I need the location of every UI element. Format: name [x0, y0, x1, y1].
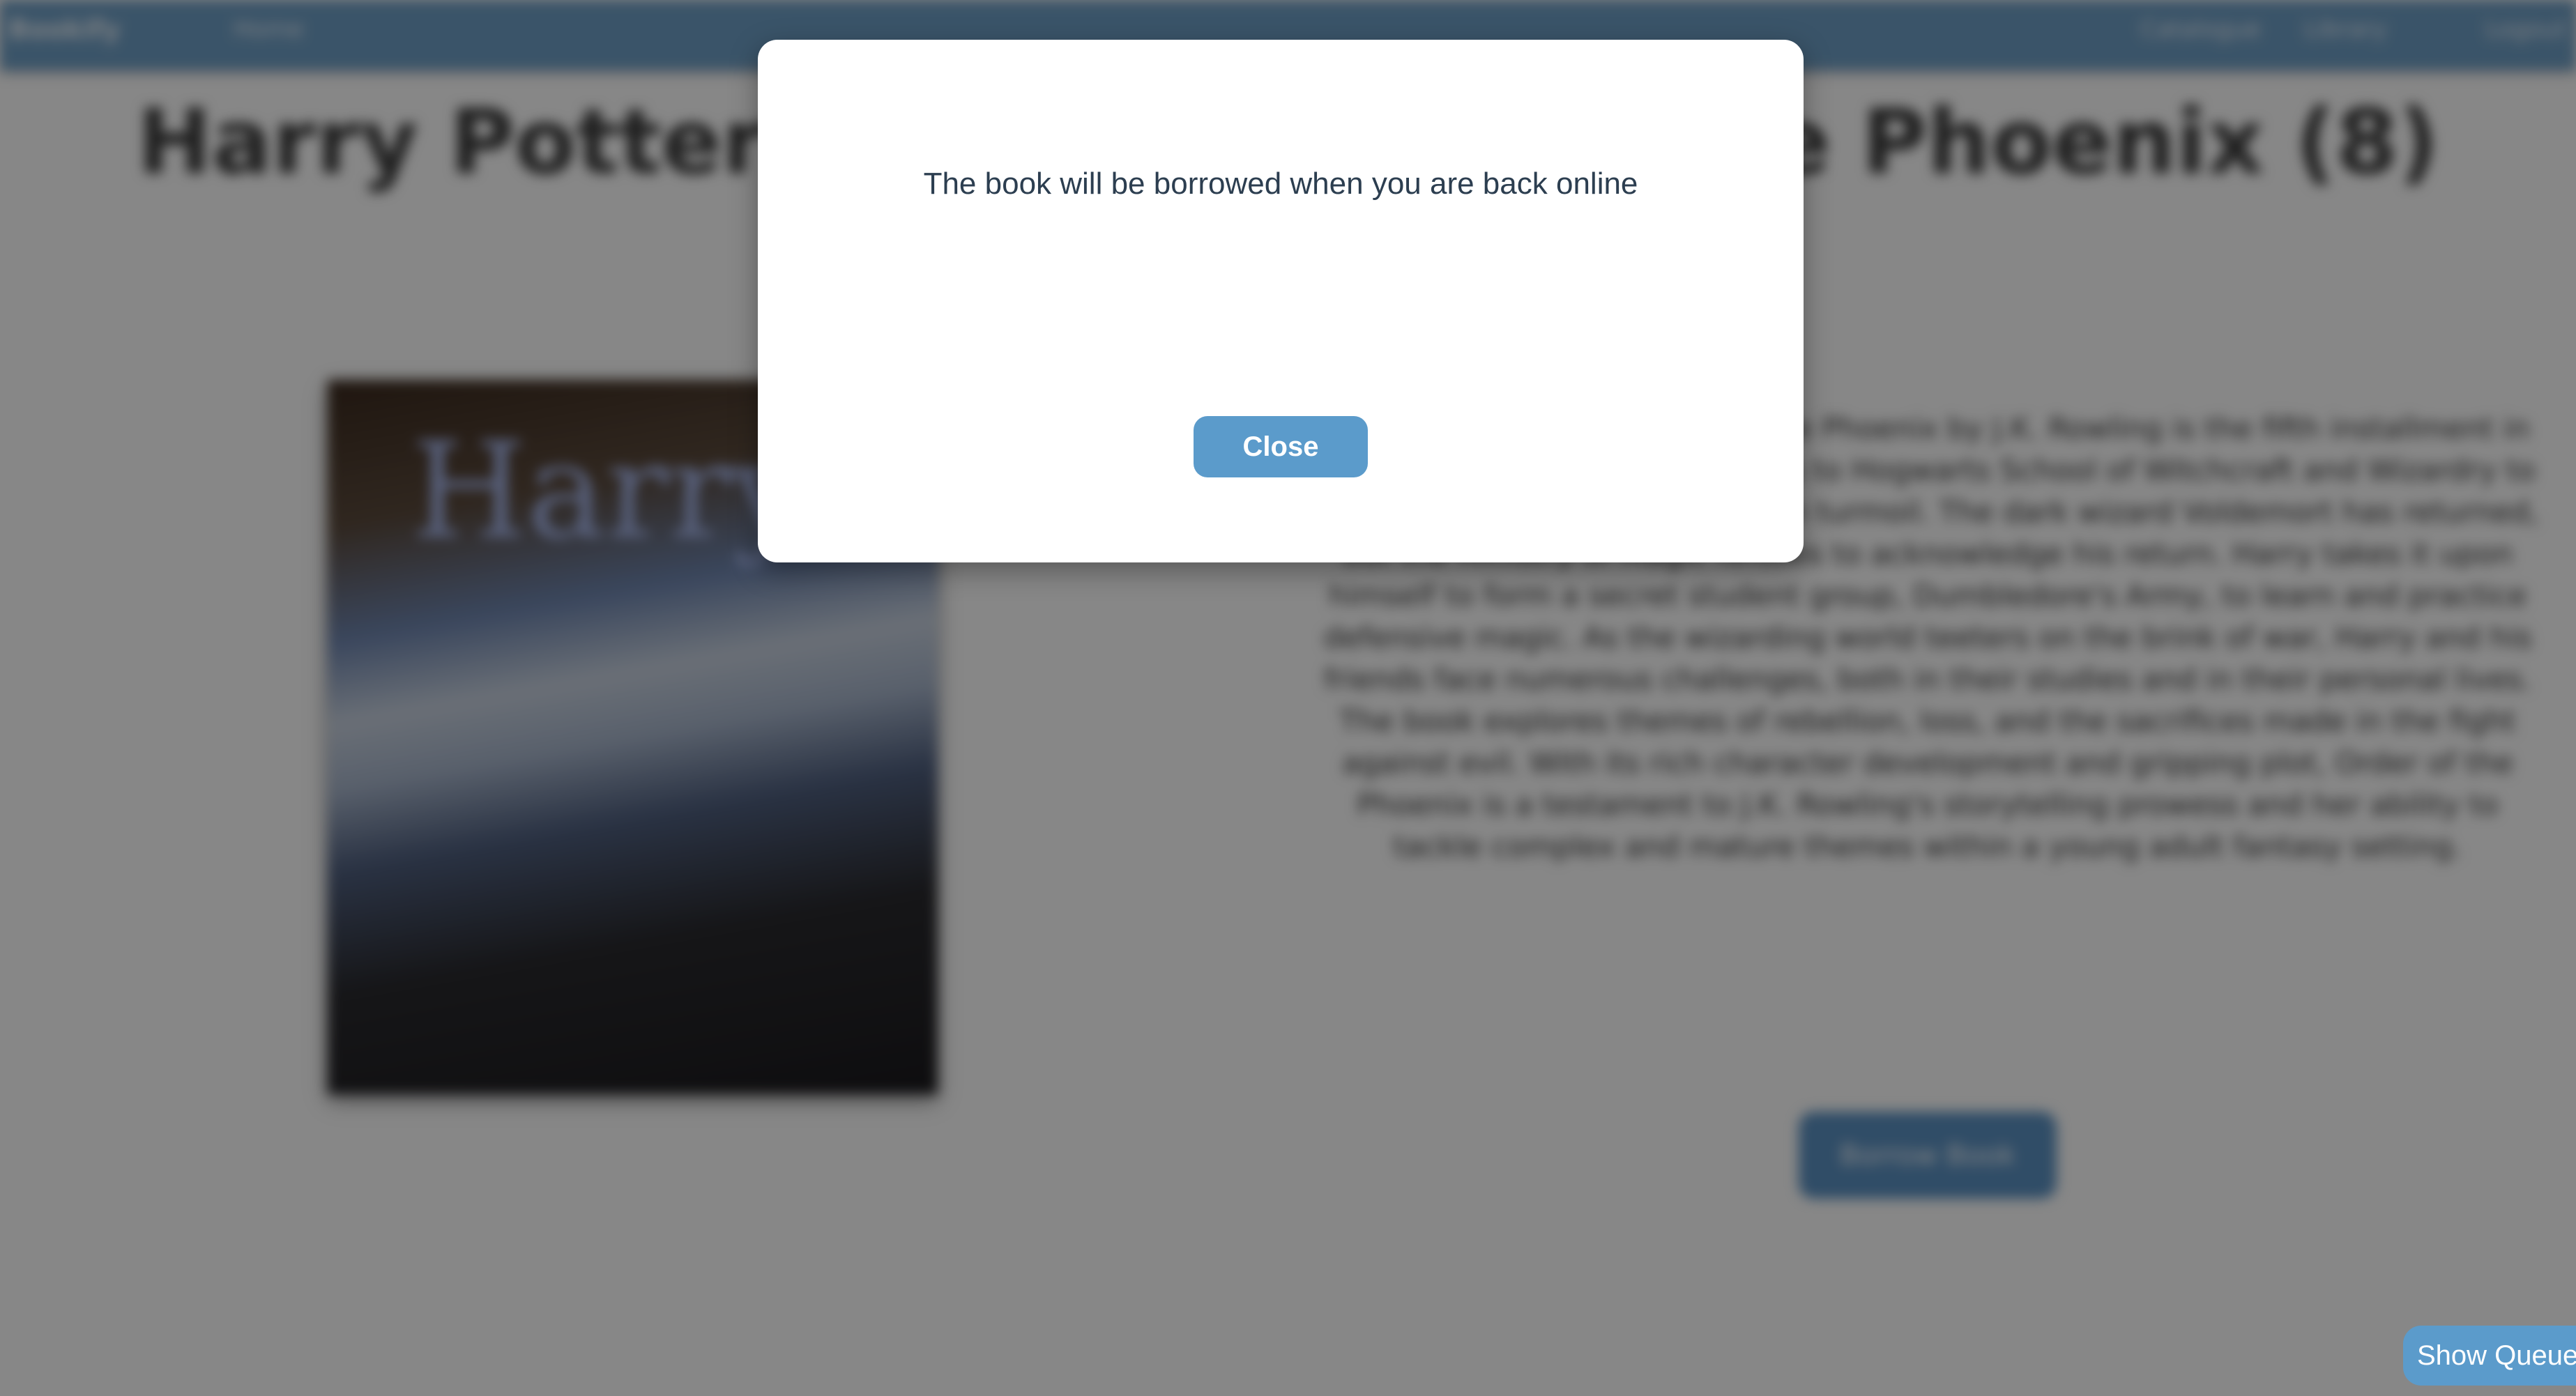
dialog-message: The book will be borrowed when you are b… [923, 167, 1638, 201]
app-root: Bookify Home Catalogue Library Logout Ha… [0, 0, 2576, 1396]
close-button[interactable]: Close [1194, 416, 1368, 477]
offline-borrow-dialog: The book will be borrowed when you are b… [758, 40, 1804, 562]
show-queue-button[interactable]: Show Queue [2403, 1326, 2576, 1386]
